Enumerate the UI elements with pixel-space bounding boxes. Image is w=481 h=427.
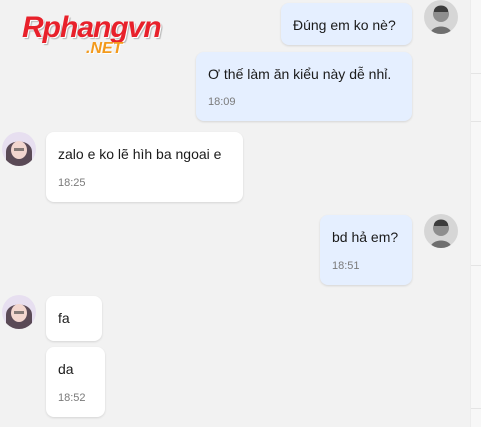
message-bubble-incoming[interactable]: fa [46, 296, 102, 341]
message-timestamp: 18:51 [332, 260, 360, 272]
scrollbar-tick [471, 121, 481, 122]
message-timestamp: 18:25 [58, 177, 86, 189]
scrollbar-tick [471, 73, 481, 74]
message-text: Ơ thế làm ăn kiểu này dễ nhỉ. [208, 66, 392, 82]
message-text: Đúng em ko nè? [293, 17, 396, 33]
scrollbar-tick [471, 265, 481, 266]
user-avatar-image [424, 214, 458, 248]
message-text: zalo e ko lẽ hìh ba ngoai e [58, 146, 222, 162]
message-text: da [58, 361, 74, 377]
message-timestamp: 18:09 [208, 96, 236, 108]
contact-avatar[interactable] [2, 132, 36, 166]
message-bubble-outgoing[interactable]: bd hả em? 18:51 [320, 215, 412, 285]
message-bubble-outgoing[interactable]: Đúng em ko nè? [281, 3, 412, 45]
message-bubble-incoming[interactable]: zalo e ko lẽ hìh ba ngoai e 18:25 [46, 132, 243, 202]
contact-avatar-image [2, 295, 36, 329]
user-avatar-image [424, 0, 458, 34]
message-bubble-outgoing[interactable]: Ơ thế làm ăn kiểu này dễ nhỉ. 18:09 [196, 52, 412, 121]
chat-scrollbar[interactable] [470, 0, 481, 427]
user-avatar[interactable] [424, 0, 458, 34]
message-text: fa [58, 310, 70, 326]
contact-avatar-image [2, 132, 36, 166]
message-bubble-incoming[interactable]: da 18:52 [46, 347, 105, 417]
message-text: bd hả em? [332, 229, 399, 245]
logo-sub-text: .NET [86, 40, 123, 57]
scrollbar-tick [471, 408, 481, 409]
user-avatar[interactable] [424, 214, 458, 248]
message-timestamp: 18:52 [58, 392, 86, 404]
contact-avatar[interactable] [2, 295, 36, 329]
site-watermark-logo: Rphangvn .NET [22, 12, 172, 60]
